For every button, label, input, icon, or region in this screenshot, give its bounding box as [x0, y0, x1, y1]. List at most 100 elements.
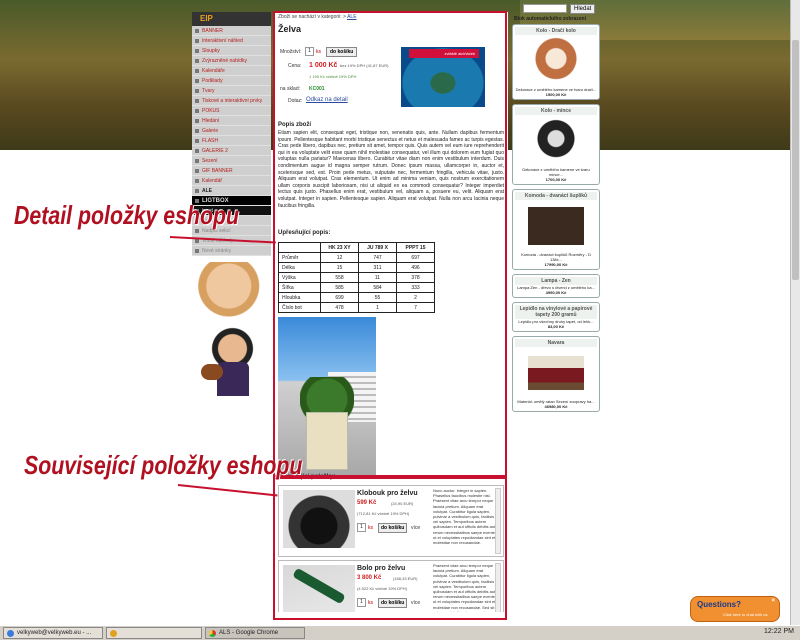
scrollbar-thumb[interactable]	[792, 40, 799, 280]
card-price: 46980,00 Kč	[544, 404, 568, 409]
nav-item[interactable]: Galerie	[192, 126, 271, 136]
nav-item[interactable]: POKUS	[192, 106, 271, 116]
site-logo[interactable]: EIP	[192, 12, 271, 26]
card-image	[528, 37, 584, 85]
card-image	[528, 202, 584, 250]
taskbar-item-chrome[interactable]: ALS - Google Chrome	[205, 627, 305, 639]
nav-item[interactable]: Kalendář	[192, 176, 271, 186]
related-name[interactable]: Bolo pro želvu	[357, 565, 405, 572]
nav-item[interactable]: Podklady	[192, 76, 271, 86]
inquiry-label: Dotaz:	[288, 98, 303, 104]
nav-item-label: Interaktivní náhled	[202, 37, 243, 44]
inquiry-link[interactable]: Odkaz na detail	[306, 97, 348, 103]
price-note: bez 19% DPH (41,87 EUR)	[340, 63, 389, 68]
taskbar-item-mail[interactable]: velkyweb@velkyweb.eu - ...	[3, 627, 103, 639]
table-row: Hloubka 699 55 2	[278, 292, 435, 303]
table-cell: 333	[396, 282, 435, 293]
price-label: Cena:	[288, 63, 302, 69]
chat-widget[interactable]: Questions? Click here to chat with us ×	[690, 596, 780, 622]
nav-item[interactable]: Hledání	[192, 116, 271, 126]
sidebar-product-card[interactable]: Komoda - dvanáct šuplíků Komoda - dvanác…	[512, 189, 600, 270]
sidebar-product-card[interactable]: Lampa - Zen Lampa Zen - dřevo s čtverci …	[512, 274, 600, 298]
sidebar-product-card[interactable]: Kolo - mince Dekorace z umělého kamene v…	[512, 104, 600, 185]
nav-item-label: ALE	[202, 187, 212, 194]
sidebar-product-card[interactable]: Lepidlo na vinylové a papírové tapety 20…	[512, 302, 600, 332]
chrome-icon	[209, 629, 216, 637]
bullet-icon	[195, 168, 199, 173]
bullet-icon	[195, 68, 199, 73]
related-items: Související položky: Klobouk pro želvu 5…	[274, 472, 508, 612]
table-cell: 496	[396, 262, 435, 273]
table-cell: 585	[320, 282, 359, 293]
window-scrollbar[interactable]	[790, 0, 800, 625]
specs-table: HK 23 XY JU 789 X PPPT 15 Průměr 12 747 697 D…	[278, 242, 435, 313]
table-header-row: HK 23 XY JU 789 X PPPT 15	[278, 242, 435, 253]
related-price: 599 Kč	[357, 500, 377, 506]
bullet-icon	[195, 178, 199, 183]
related-add-to-cart-button[interactable]: do košíku	[378, 598, 408, 608]
nav-item[interactable]: Interaktivní náhled	[192, 36, 271, 46]
bullet-icon	[195, 118, 199, 123]
related-image-hat[interactable]	[283, 490, 355, 548]
taskbar-item-app[interactable]	[106, 627, 202, 639]
nav-item[interactable]: Tiskové a interaktivní prvky	[192, 96, 271, 106]
add-to-cart-button[interactable]: do košíku	[326, 47, 358, 57]
bullet-icon	[195, 28, 199, 33]
taskbar-clock: 12:22 PM	[764, 628, 794, 635]
nav-item[interactable]: Tvary	[192, 86, 271, 96]
description-scrollbar[interactable]	[495, 563, 501, 612]
card-price: 1700,00 Kč	[545, 177, 567, 182]
nav-item[interactable]: BANNER	[192, 26, 271, 36]
related-quantity-input[interactable]: 1	[357, 523, 366, 532]
description-text: Etiam sapien elit, consequat eget, trist…	[278, 130, 504, 209]
related-image-knife[interactable]	[283, 565, 355, 612]
nav-item-active[interactable]: ALE	[192, 186, 271, 196]
price-with-vat: 1 190 Kč včetně 19% DPH	[309, 74, 357, 79]
nav-item[interactable]: Zvýrazněné nabídky	[192, 56, 271, 66]
more-link[interactable]: více	[411, 600, 420, 606]
quantity-input[interactable]: 1	[305, 47, 314, 56]
nav-item-label: Kalendář	[202, 177, 223, 184]
related-price-eur: (158,33 EUR)	[393, 576, 418, 581]
related-price-vat: (4 522 Kč včetně 19% DPH)	[357, 586, 408, 591]
related-price: 3 800 Kč	[357, 575, 382, 581]
card-title: Kolo - mince	[515, 107, 597, 115]
table-cell: 378	[396, 272, 435, 283]
card-title: Lampa - Zen	[515, 277, 597, 285]
qty-label: Množství:	[280, 49, 302, 55]
nav-item[interactable]: FLASH	[192, 136, 271, 146]
stock-code: KC001	[309, 86, 325, 92]
table-cell: 1	[358, 302, 397, 313]
nav-item[interactable]: Nové stránky	[192, 246, 271, 256]
card-title: Navara	[515, 339, 597, 347]
search-input[interactable]	[523, 4, 567, 13]
related-add-to-cart-button[interactable]: do košíku	[378, 523, 408, 533]
table-cell: 11	[358, 272, 397, 283]
nav-item[interactable]: Kalendáře	[192, 66, 271, 76]
table-cell: 584	[358, 282, 397, 293]
sidebar-product-card[interactable]: Kolo - Dračí kolo Dekorace z umělého kam…	[512, 24, 600, 100]
table-cell: 478	[320, 302, 359, 313]
card-image	[528, 349, 584, 397]
close-icon[interactable]: ×	[771, 598, 775, 604]
nav-item-label: Sezení	[202, 157, 218, 164]
related-name[interactable]: Klobouk pro želvu	[357, 490, 418, 497]
search-button[interactable]: Hledat	[570, 4, 596, 14]
related-quantity-input[interactable]: 1	[357, 598, 366, 607]
more-link[interactable]: více	[411, 525, 420, 531]
nav-item[interactable]: GIF BANNER	[192, 166, 271, 176]
table-row: Průměr 12 747 697	[278, 252, 435, 263]
nav-item-label: Tvary	[202, 87, 215, 94]
table-cell: 747	[358, 252, 397, 263]
nav-item[interactable]: GALERIE 2	[192, 146, 271, 156]
table-cell: 7	[396, 302, 435, 313]
table-cell: 55	[358, 292, 397, 303]
table-row: Číslo bot 478 1 7	[278, 302, 435, 313]
description-scrollbar[interactable]	[495, 488, 501, 554]
sidebar-product-card[interactable]: Navara Materiál: umělý ratan Sezení soup…	[512, 336, 600, 412]
nav-item[interactable]: Sezení	[192, 156, 271, 166]
product-image-turtle[interactable]: zvláště akčňáček	[401, 47, 485, 107]
nav-item[interactable]: Sloupky	[192, 46, 271, 56]
related-item: Klobouk pro želvu 599 Kč (24,90 EUR) (71…	[278, 485, 504, 557]
table-cell: 311	[358, 262, 397, 273]
